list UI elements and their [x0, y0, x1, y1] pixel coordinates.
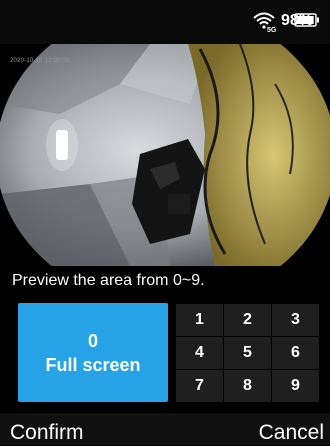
area-key-7[interactable]: 7	[176, 370, 223, 402]
area-key-3[interactable]: 3	[272, 304, 319, 336]
camera-preview: 2020-10-10 12:00:00	[0, 44, 330, 266]
area-key-9[interactable]: 9	[272, 370, 319, 402]
area-key-6[interactable]: 6	[272, 337, 319, 369]
area-key-8[interactable]: 8	[224, 370, 271, 402]
area-key-2[interactable]: 2	[224, 304, 271, 336]
preview-timestamp: 2020-10-10 12:00:00	[10, 58, 70, 64]
full-screen-label: Full screen	[45, 354, 141, 375]
area-keypad: 1 2 3 4 5 6 7 8 9	[176, 304, 320, 403]
confirm-softkey[interactable]: Confirm	[10, 420, 84, 446]
network-type-label: 5G	[267, 27, 277, 33]
softkey-bar: Confirm Cancel	[0, 413, 330, 445]
cancel-softkey[interactable]: Cancel	[259, 420, 324, 446]
full-screen-button[interactable]: 0 Full screen	[18, 303, 168, 402]
area-key-4[interactable]: 4	[176, 337, 223, 369]
instruction-text: Preview the area from 0~9.	[12, 272, 205, 289]
area-key-5[interactable]: 5	[224, 337, 271, 369]
full-screen-number: 0	[87, 330, 98, 351]
status-bar: 5G 98%	[0, 0, 330, 44]
wifi-5g-icon: 5G	[252, 9, 278, 34]
area-key-1[interactable]: 1	[176, 304, 223, 336]
